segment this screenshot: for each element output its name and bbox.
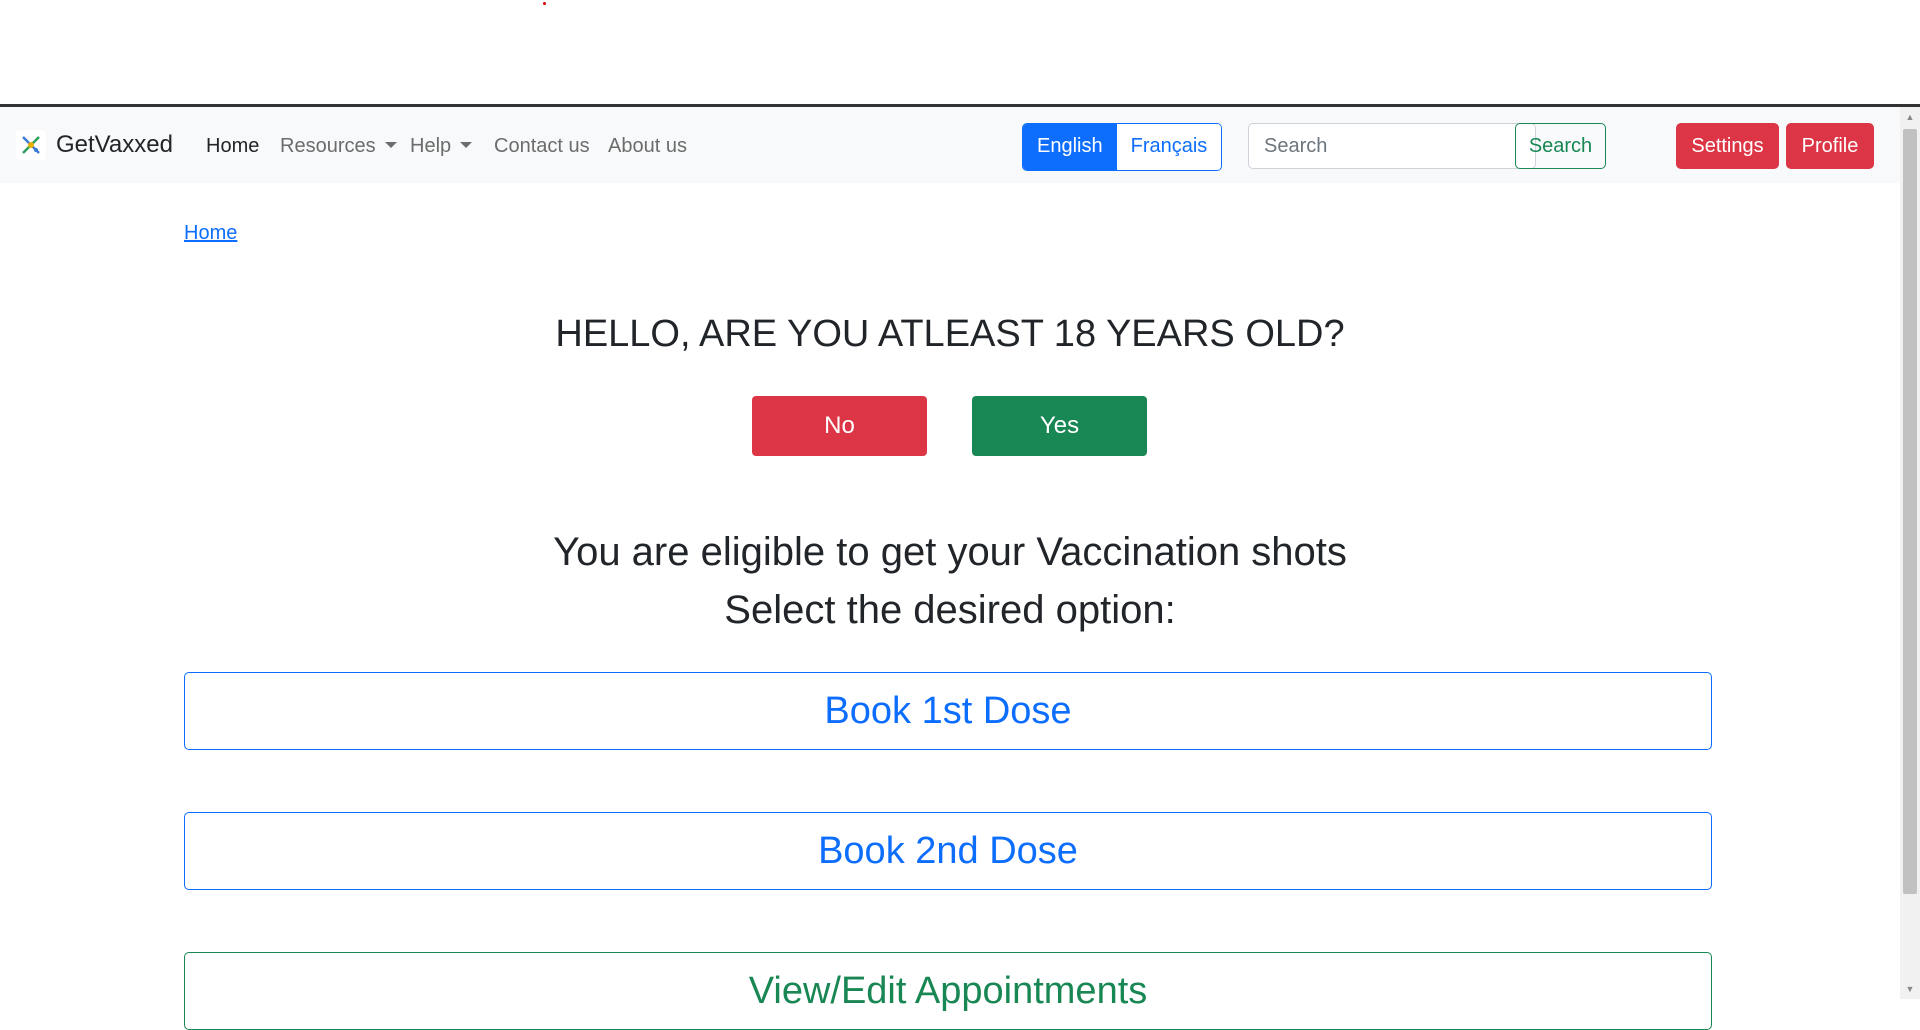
lang-french-button[interactable]: Français bbox=[1116, 124, 1222, 170]
navbar: GetVaxxed Home Resources Help Contact us… bbox=[0, 107, 1900, 183]
settings-button[interactable]: Settings bbox=[1676, 123, 1779, 169]
nav-about[interactable]: About us bbox=[608, 134, 687, 158]
search-button[interactable]: Search bbox=[1515, 123, 1606, 169]
search-input[interactable] bbox=[1248, 123, 1536, 169]
vertical-scrollbar[interactable]: ▲ ▼ bbox=[1900, 107, 1920, 999]
chevron-down-icon bbox=[384, 141, 397, 148]
scroll-down-arrow-icon[interactable]: ▼ bbox=[1900, 979, 1920, 999]
age-question-heading: HELLO, ARE YOU ATLEAST 18 YEARS OLD? bbox=[555, 313, 1345, 355]
nav-resources-label: Resources bbox=[280, 135, 376, 157]
profile-button[interactable]: Profile bbox=[1786, 123, 1874, 169]
red-dot-artifact bbox=[543, 2, 546, 5]
chevron-down-icon bbox=[460, 141, 473, 148]
nav-home[interactable]: Home bbox=[206, 134, 259, 158]
brand[interactable]: GetVaxxed bbox=[16, 127, 173, 163]
scroll-up-arrow-icon[interactable]: ▲ bbox=[1900, 107, 1920, 127]
nav-contact[interactable]: Contact us bbox=[494, 134, 590, 158]
book-first-dose-button[interactable]: Book 1st Dose bbox=[184, 672, 1712, 750]
book-second-dose-button[interactable]: Book 2nd Dose bbox=[184, 812, 1712, 890]
view-edit-appointments-button[interactable]: View/Edit Appointments bbox=[184, 952, 1712, 1030]
eligibility-message: You are eligible to get your Vaccination… bbox=[553, 530, 1347, 574]
scrollbar-thumb[interactable] bbox=[1903, 129, 1917, 894]
lang-english-button[interactable]: English bbox=[1023, 124, 1117, 170]
language-toggle: English Français bbox=[1022, 123, 1223, 171]
nav-resources-dropdown[interactable]: Resources bbox=[280, 134, 397, 158]
no-button[interactable]: No bbox=[752, 396, 927, 456]
nav-help-dropdown[interactable]: Help bbox=[410, 134, 473, 158]
nav-help-label: Help bbox=[410, 135, 452, 157]
select-option-prompt: Select the desired option: bbox=[724, 588, 1176, 632]
yes-button[interactable]: Yes bbox=[972, 396, 1147, 456]
breadcrumb-home[interactable]: Home bbox=[184, 222, 237, 245]
syringe-logo-icon bbox=[16, 130, 46, 160]
brand-name: GetVaxxed bbox=[56, 131, 173, 158]
